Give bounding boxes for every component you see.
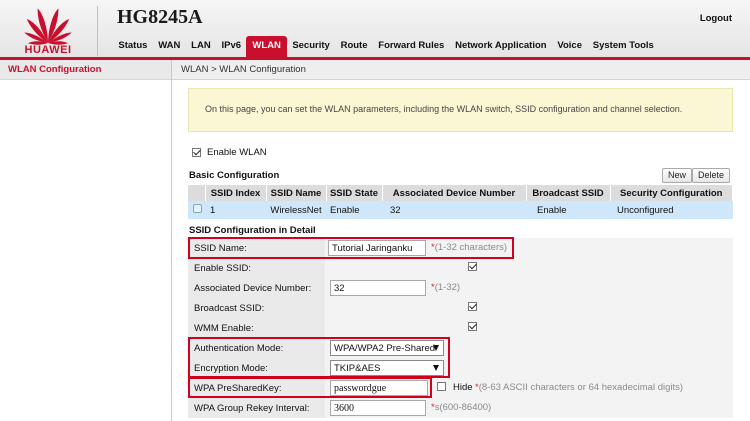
encryption-mode-row: Encryption Mode: TKIP&AES [188, 358, 733, 378]
ssid-name-input[interactable]: Tutorial Jaringanku [328, 240, 426, 256]
cell-ssid-index: 1 [205, 201, 266, 219]
logout-link[interactable]: Logout [700, 13, 732, 24]
cell-security-config: Unconfigured [610, 201, 733, 219]
broadcast-ssid-checkbox[interactable] [468, 302, 477, 311]
wmm-checkbox[interactable] [468, 322, 477, 331]
nav-system-tools[interactable]: System Tools [587, 40, 659, 57]
auth-mode-label: Authentication Mode: [188, 338, 325, 358]
rekey-label: WPA Group Rekey Interval: [188, 398, 325, 418]
sidebar-item-wlan-configuration[interactable]: WLAN Configuration [0, 60, 171, 80]
row-select-radio[interactable] [193, 204, 202, 213]
ssid-name-row: SSID Name: Tutorial Jaringanku *(1-32 ch… [188, 238, 733, 258]
table-header-assoc-devices: Associated Device Number [382, 185, 527, 201]
nav-network-application[interactable]: Network Application [450, 40, 552, 57]
delete-button[interactable]: Delete [692, 168, 731, 183]
ssid-name-value-cell: Tutorial Jaringanku *(1-32 characters) [325, 238, 733, 258]
table-row[interactable]: 1 WirelessNet Enable 32 Enable Unconfigu… [188, 201, 733, 219]
cell-ssid-name: WirelessNet [266, 201, 326, 219]
chevron-down-icon [433, 365, 439, 371]
rekey-hint: *s(600-86400) [431, 402, 492, 413]
assoc-num-input[interactable]: 32 [330, 280, 426, 296]
new-button[interactable]: New [662, 168, 693, 183]
nav-voice[interactable]: Voice [552, 40, 587, 57]
psk-hint: *(8-63 ASCII characters or 64 hexadecima… [475, 382, 684, 393]
cell-ssid-state: Enable [326, 201, 382, 219]
header-divider [97, 6, 98, 56]
table-header-ssid-name: SSID Name [266, 185, 327, 201]
nav-route[interactable]: Route [335, 40, 373, 57]
assoc-num-label: Associated Device Number: [188, 278, 325, 298]
basic-config-title: Basic Configuration [189, 170, 280, 181]
table-header-ssid-state: SSID State [326, 185, 383, 201]
enable-wlan-label: Enable WLAN [207, 147, 267, 158]
ssid-table: SSID Index SSID Name SSID State Associat… [188, 185, 733, 219]
device-model: HG8245A [117, 6, 203, 28]
broadcast-ssid-label: Broadcast SSID: [188, 298, 325, 318]
rekey-input[interactable]: 3600 [330, 400, 426, 416]
nav-forward-rules[interactable]: Forward Rules [373, 40, 450, 57]
auth-mode-row: Authentication Mode: WPA/WPA2 Pre-Shared [188, 338, 733, 358]
assoc-num-row: Associated Device Number: 32 *(1-32) [188, 278, 733, 298]
table-header-ssid-index: SSID Index [205, 185, 267, 201]
wmm-row: WMM Enable: [188, 318, 733, 338]
nav-security[interactable]: Security [287, 40, 335, 57]
main-nav: Status WAN LAN IPv6 WLAN Security Route … [113, 35, 659, 57]
enable-wlan-row: Enable WLAN [192, 147, 267, 158]
row-select-cell[interactable] [188, 201, 205, 219]
brand-name: HUAWEI [24, 44, 72, 56]
enable-wlan-checkbox[interactable] [192, 148, 201, 157]
chevron-down-icon [433, 345, 439, 351]
ssid-name-hint: *(1-32 characters) [431, 242, 508, 253]
enable-ssid-checkbox[interactable] [468, 262, 477, 271]
psk-row: WPA PreSharedKey: passwordgue Hide *(8-6… [188, 378, 733, 398]
enable-ssid-label: Enable SSID: [188, 258, 325, 278]
wmm-label: WMM Enable: [188, 318, 325, 338]
nav-wan[interactable]: WAN [153, 40, 186, 57]
sidebar: WLAN Configuration [0, 60, 172, 421]
ssid-name-label: SSID Name: [188, 238, 325, 258]
ssid-detail-title: SSID Configuration in Detail [189, 225, 316, 236]
broadcast-ssid-row: Broadcast SSID: [188, 298, 733, 318]
encryption-mode-label: Encryption Mode: [188, 358, 325, 378]
encryption-mode-value: TKIP&AES [334, 363, 381, 374]
hide-psk-label: Hide [453, 382, 473, 393]
table-header-security-config: Security Configuration [610, 185, 733, 201]
hide-psk-checkbox[interactable] [437, 382, 446, 391]
table-header-broadcast-ssid: Broadcast SSID [526, 185, 611, 201]
nav-status[interactable]: Status [113, 40, 153, 57]
table-header-select [188, 185, 206, 201]
cell-broadcast-ssid: Enable [526, 201, 610, 219]
rekey-row: WPA Group Rekey Interval: 3600 *s(600-86… [188, 398, 733, 418]
nav-wlan[interactable]: WLAN [246, 36, 287, 57]
cell-assoc-devices: 32 [382, 201, 526, 219]
assoc-num-hint: *(1-32) [431, 282, 461, 293]
huawei-logo: HUAWEI [8, 3, 88, 59]
auth-mode-value: WPA/WPA2 Pre-Shared [334, 343, 436, 354]
enable-ssid-row: Enable SSID: [188, 258, 733, 278]
breadcrumb: WLAN > WLAN Configuration [172, 60, 750, 80]
header: HUAWEI HG8245A Logout Status WAN LAN IPv… [0, 0, 750, 60]
psk-label: WPA PreSharedKey: [188, 378, 325, 398]
nav-lan[interactable]: LAN [186, 40, 216, 57]
nav-ipv6[interactable]: IPv6 [216, 40, 246, 57]
router-admin-page: HUAWEI HG8245A Logout Status WAN LAN IPv… [0, 0, 750, 421]
encryption-mode-select[interactable]: TKIP&AES [330, 360, 444, 376]
auth-mode-select[interactable]: WPA/WPA2 Pre-Shared [330, 340, 444, 356]
table-header-row: SSID Index SSID Name SSID State Associat… [188, 185, 733, 201]
psk-input[interactable]: passwordgue [330, 380, 428, 396]
page-description: On this page, you can set the WLAN param… [188, 88, 733, 132]
